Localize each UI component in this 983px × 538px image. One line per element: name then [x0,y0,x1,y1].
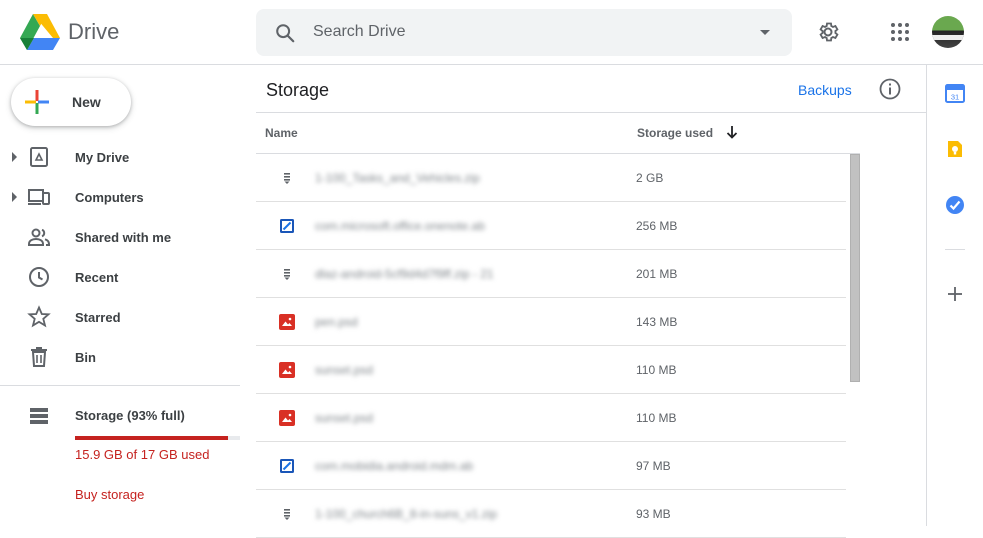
search-input[interactable]: Search Drive [313,23,405,41]
sidebar-item-label: Starred [75,310,121,325]
archive-file-icon [279,506,295,522]
top-bar: Drive Search Drive [0,0,983,65]
page-title: Storage [266,80,330,100]
table-row[interactable]: sunset.psd 110 MB [256,346,846,394]
column-header-name[interactable]: Name [265,126,298,140]
table-row[interactable]: dlaz-android-5cf9d4d7f9ff.zip - 21 201 MB [256,250,846,298]
storage-used-text: 15.9 GB of 17 GB used [75,447,210,462]
sidebar: New My Drive Computers Shared with me Re… [0,65,256,526]
avatar[interactable] [932,16,964,48]
title-divider [256,112,926,113]
file-size: 256 MB [636,219,678,233]
sidebar-item-recent[interactable]: Recent [0,257,240,297]
star-icon [27,305,51,328]
file-size: 2 GB [636,171,664,185]
calendar-day: 31 [951,93,959,102]
main-content: Storage Backups Name Storage used 1-100_… [256,65,926,538]
file-size: 143 MB [636,315,678,329]
expand-arrow-icon[interactable] [12,152,17,162]
sidebar-item-starred[interactable]: Starred [0,297,240,337]
sidebar-item-label: Recent [75,270,119,285]
sidebar-item-label: My Drive [75,150,130,165]
storage-icon [30,408,48,424]
file-size: 110 MB [636,363,677,377]
sort-descending-icon[interactable] [724,124,740,140]
storage-title: Storage (93% full) [75,408,185,423]
shared-icon [28,228,50,246]
backup-file-icon [279,458,295,474]
archive-file-icon [279,170,295,186]
side-panel-divider [945,249,965,250]
file-name[interactable]: dlaz-android-5cf9d4d7f9ff.zip - 21 [315,267,494,281]
file-list: 1-100_Tasks_and_Vehicles.zip 2 GB com.micr… [256,154,846,538]
file-name[interactable]: pen.psd [315,315,358,329]
scrollbar[interactable] [850,154,860,382]
sidebar-item-my-drive[interactable]: My Drive [0,137,240,177]
column-header-storage-used[interactable]: Storage used [637,126,713,140]
expand-arrow-icon[interactable] [12,192,17,202]
backups-link[interactable]: Backups [798,82,852,98]
sidebar-item-label: Bin [75,350,96,365]
table-row[interactable]: sunset.psd 110 MB [256,394,846,442]
file-name[interactable]: sunset.psd [315,411,373,425]
file-name[interactable]: 1-100_church6B_8-in-suns_v1.zip [315,507,497,521]
sidebar-divider [0,385,240,386]
backup-file-icon [279,218,295,234]
calendar-icon[interactable]: 31 [945,83,965,103]
sidebar-item-shared-with-me[interactable]: Shared with me [0,217,240,257]
sidebar-item-computers[interactable]: Computers [0,177,240,217]
file-size: 97 MB [636,459,671,473]
storage-progress-fill [75,436,229,440]
file-size: 93 MB [636,507,671,521]
drive-logo[interactable]: Drive [20,14,119,50]
image-file-icon [279,362,295,378]
table-row[interactable]: com.mobidia.android.mdm.ab 97 MB [256,442,846,490]
side-panel: 31 [926,65,983,526]
app-name: Drive [68,19,120,44]
my-drive-icon [30,147,48,167]
add-icon[interactable] [945,284,965,304]
sidebar-item-bin[interactable]: Bin [0,337,240,377]
sidebar-item-label: Computers [75,190,144,205]
search-bar[interactable]: Search Drive [256,9,792,56]
settings-icon[interactable] [816,20,840,44]
file-size: 201 MB [636,267,678,281]
file-name[interactable]: sunset.psd [315,363,373,377]
clock-icon [29,267,49,287]
new-button-label: New [72,94,101,110]
new-button[interactable]: New [11,78,131,126]
table-row[interactable]: 1-100_church6B_8-in-suns_v1.zip 93 MB [256,490,846,538]
table-row[interactable]: com.microsoft.office.onenote.ab 256 MB [256,202,846,250]
file-name[interactable]: com.microsoft.office.onenote.ab [315,219,485,233]
apps-icon[interactable] [888,20,912,44]
search-options-icon[interactable] [760,30,770,35]
image-file-icon [279,314,295,330]
file-size: 110 MB [636,411,677,425]
plus-icon [25,90,49,114]
archive-file-icon [279,266,295,282]
sidebar-item-label: Shared with me [75,230,172,245]
table-row[interactable]: 1-100_Tasks_and_Vehicles.zip 2 GB [256,154,846,202]
file-name[interactable]: com.mobidia.android.mdm.ab [315,459,473,473]
keep-icon[interactable] [945,139,965,159]
file-name[interactable]: 1-100_Tasks_and_Vehicles.zip [315,171,480,185]
search-icon[interactable] [274,22,296,44]
info-icon[interactable] [878,77,902,101]
storage-progress-bar [75,436,240,440]
buy-storage-link[interactable]: Buy storage [75,487,144,502]
drive-logo-icon [20,14,60,50]
trash-icon [31,347,47,367]
computers-icon [28,189,50,205]
tasks-icon[interactable] [945,195,965,215]
image-file-icon [279,410,295,426]
table-row[interactable]: pen.psd 143 MB [256,298,846,346]
